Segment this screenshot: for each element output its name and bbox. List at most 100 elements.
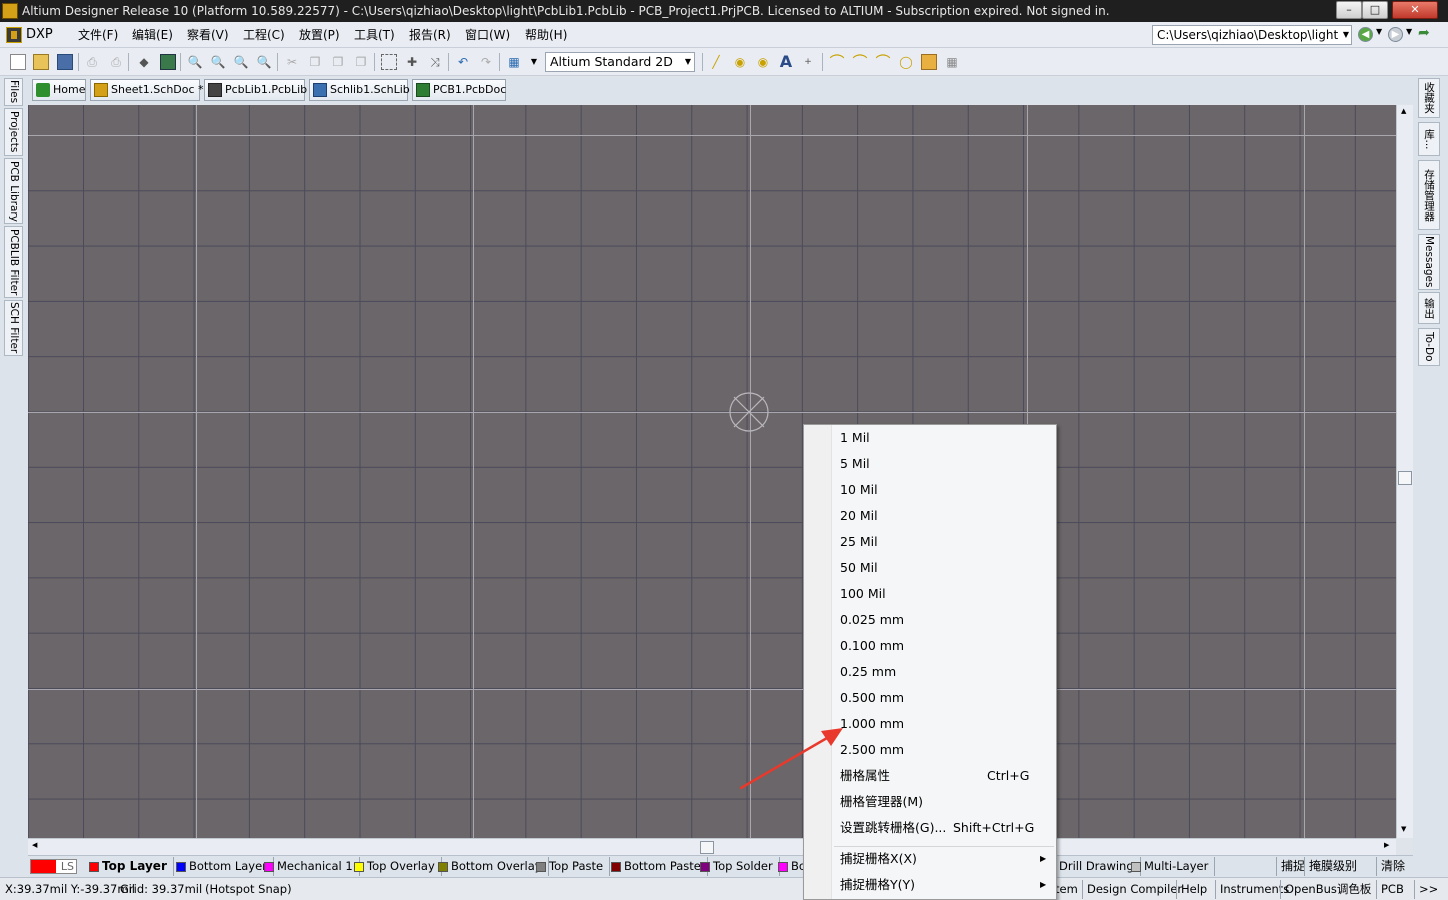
menu-item-0-025-mm[interactable]: 0.025 mm: [840, 610, 904, 630]
minimize-button[interactable]: –: [1336, 1, 1362, 19]
menu-item-25-mil[interactable]: 25 Mil: [840, 532, 878, 552]
maximize-button[interactable]: □: [1362, 1, 1388, 19]
panel-tab-files[interactable]: Files: [4, 78, 23, 106]
menu-tools[interactable]: 工具(T): [354, 22, 395, 48]
menu-item-grid-manager[interactable]: 栅格管理器(M): [840, 792, 923, 812]
cross-select-icon[interactable]: ⤨: [427, 54, 443, 70]
vertical-scrollbar[interactable]: ▲ ▼: [1396, 105, 1413, 838]
fill-icon[interactable]: [921, 54, 937, 70]
path-combobox[interactable]: C:\Users\qizhiao\Desktop\light ▼: [1152, 25, 1352, 45]
coordinate-icon[interactable]: +: [800, 54, 816, 70]
arc-edge-icon[interactable]: ⌒: [852, 54, 868, 70]
menu-item-snap-grid-x[interactable]: 捕捉栅格X(X): [840, 849, 917, 869]
layer-tab-bottom-solder[interactable]: Bo: [775, 857, 806, 876]
status-help-button[interactable]: Help: [1176, 880, 1211, 899]
clear-button[interactable]: 清除: [1376, 857, 1409, 876]
layer-tab-top-paste[interactable]: Top Paste: [533, 857, 611, 876]
doc-tab-home[interactable]: Home: [32, 79, 86, 101]
doc-tab-pcb1[interactable]: PCB1.PcbDoc: [412, 79, 506, 101]
line-icon[interactable]: ╱: [708, 54, 724, 70]
home-arrow-icon[interactable]: ➦: [1418, 25, 1430, 41]
forward-dropdown-icon[interactable]: ▼: [1406, 27, 1412, 36]
layer-tab-bottom-overlay[interactable]: Bottom Overlay: [435, 857, 549, 876]
status-more-button[interactable]: >>: [1414, 880, 1442, 899]
open-icon[interactable]: [33, 54, 49, 70]
arc-any-icon[interactable]: ⌒: [875, 54, 891, 70]
scroll-down-icon[interactable]: ▼: [1401, 825, 1406, 833]
menu-item-10-mil[interactable]: 10 Mil: [840, 480, 878, 500]
panel-tab-favorites[interactable]: 收藏夹: [1418, 78, 1440, 118]
status-pcb-button[interactable]: PCB: [1376, 880, 1408, 899]
menu-item-snap-grid-y[interactable]: 捕捉栅格Y(Y): [840, 875, 915, 895]
print-icon[interactable]: ⎙: [84, 54, 100, 70]
status-openbus-button[interactable]: OpenBus调色板: [1280, 880, 1375, 899]
back-icon[interactable]: ◀: [1358, 27, 1373, 42]
menu-item-100-mil[interactable]: 100 Mil: [840, 584, 886, 604]
string-icon[interactable]: A: [778, 54, 794, 70]
panel-tab-messages[interactable]: Messages: [1418, 234, 1440, 290]
arc-center-icon[interactable]: ⌒: [829, 54, 845, 70]
pcb-canvas[interactable]: [28, 105, 1396, 838]
full-circle-icon[interactable]: ◯: [898, 54, 914, 70]
menu-view[interactable]: 察看(V): [187, 22, 229, 48]
menu-item-2-500-mm[interactable]: 2.500 mm: [840, 740, 904, 760]
menu-reports[interactable]: 报告(R): [409, 22, 451, 48]
view-mode-select[interactable]: Altium Standard 2D ▼: [545, 52, 695, 72]
redo-icon[interactable]: ↷: [478, 54, 494, 70]
menu-edit[interactable]: 编辑(E): [132, 22, 173, 48]
menu-item-grid-properties[interactable]: 栅格属性: [840, 766, 890, 786]
grid-icon[interactable]: ▦: [506, 54, 522, 70]
menu-file[interactable]: 文件(F): [78, 22, 118, 48]
cut-icon[interactable]: ✂: [284, 54, 300, 70]
pad-icon[interactable]: ◉: [732, 54, 748, 70]
layer-tab-mechanical-1[interactable]: Mechanical 1: [261, 857, 360, 876]
vertical-scroll-thumb[interactable]: [1398, 471, 1412, 485]
via-icon[interactable]: ◉: [755, 54, 771, 70]
doc-tab-sheet1[interactable]: Sheet1.SchDoc *: [90, 79, 204, 101]
layer-tab-top-solder[interactable]: Top Solder: [697, 857, 780, 876]
menu-item-5-mil[interactable]: 5 Mil: [840, 454, 870, 474]
layer-tab-multi-layer[interactable]: Multi-Layer: [1128, 857, 1216, 876]
menu-item-0-25-mm[interactable]: 0.25 mm: [840, 662, 896, 682]
menu-item-1-000-mm[interactable]: 1.000 mm: [840, 714, 904, 734]
menu-item-0-500-mm[interactable]: 0.500 mm: [840, 688, 904, 708]
dxp-menu[interactable]: DXP: [4, 25, 57, 45]
panel-tab-libraries[interactable]: 库...: [1418, 122, 1440, 156]
layer-tab-bottom-layer[interactable]: Bottom Layer: [173, 857, 274, 876]
panel-tab-projects[interactable]: Projects: [4, 108, 23, 156]
copy-icon[interactable]: ❐: [307, 54, 323, 70]
grid-dropdown-icon[interactable]: ▼: [526, 54, 542, 70]
rubber-stamp-icon[interactable]: ❐: [353, 54, 369, 70]
layer-set-button[interactable]: LS: [30, 859, 77, 874]
menu-item-0-100-mm[interactable]: 0.100 mm: [840, 636, 904, 656]
print-preview-icon[interactable]: ⎙: [108, 54, 124, 70]
zoom-area-icon[interactable]: 🔍: [233, 54, 249, 70]
mask-level-button[interactable]: 掩膜级别: [1304, 857, 1361, 876]
paste-icon[interactable]: ❐: [330, 54, 346, 70]
menu-window[interactable]: 窗口(W): [465, 22, 510, 48]
scroll-up-icon[interactable]: ▲: [1401, 107, 1406, 115]
panel-tab-sch-filter[interactable]: SCH Filter: [4, 300, 23, 356]
menu-item-set-jump-grid[interactable]: 设置跳转栅格(G)...: [840, 818, 946, 838]
board-icon[interactable]: [160, 54, 176, 70]
horizontal-scroll-thumb[interactable]: [700, 841, 714, 854]
undo-icon[interactable]: ↶: [455, 54, 471, 70]
menu-item-20-mil[interactable]: 20 Mil: [840, 506, 878, 526]
horizontal-scrollbar[interactable]: ◀ ▶: [28, 838, 1396, 855]
menu-item-50-mil[interactable]: 50 Mil: [840, 558, 878, 578]
scroll-right-icon[interactable]: ▶: [1384, 841, 1389, 849]
menu-item-1-mil[interactable]: 1 Mil: [840, 428, 870, 448]
zoom-out-icon[interactable]: 🔍: [210, 54, 226, 70]
panel-tab-todo[interactable]: To-Do: [1418, 328, 1440, 366]
select-rect-icon[interactable]: [381, 54, 397, 70]
back-dropdown-icon[interactable]: ▼: [1376, 27, 1382, 36]
panel-tab-pcb-library[interactable]: PCB Library: [4, 158, 23, 224]
zoom-selected-icon[interactable]: 🔍: [256, 54, 272, 70]
panel-tab-pcblib-filter[interactable]: PCBLIB Filter: [4, 226, 23, 298]
zoom-fit-icon[interactable]: 🔍: [187, 54, 203, 70]
layer-tab-top-overlay[interactable]: Top Overlay: [351, 857, 442, 876]
close-button[interactable]: ✕: [1392, 1, 1438, 19]
status-design-compiler-button[interactable]: Design Compiler: [1082, 880, 1186, 899]
scroll-left-icon[interactable]: ◀: [32, 841, 37, 849]
menu-place[interactable]: 放置(P): [299, 22, 340, 48]
